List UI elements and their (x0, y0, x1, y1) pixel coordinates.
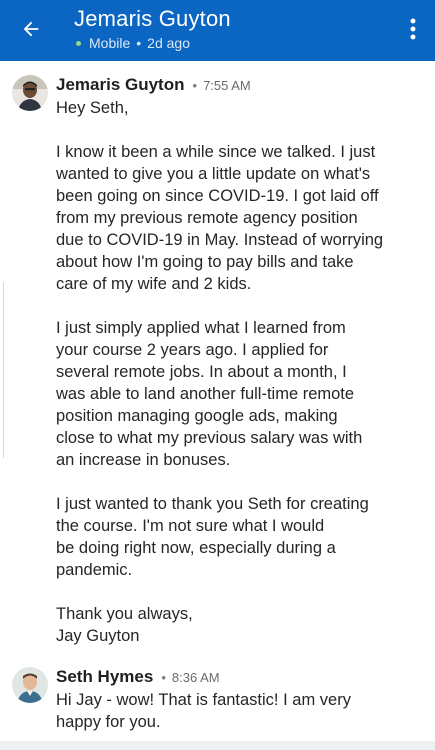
message-line: I know it been a while since we talked. … (56, 143, 376, 161)
conversation-title-block[interactable]: Jemaris Guyton Mobile • 2d ago (74, 5, 231, 52)
separator-dot: • (192, 78, 198, 93)
message-line: close to what my previous salary was wit… (56, 429, 363, 447)
separator-dot: • (161, 670, 166, 685)
arrow-back-icon (23, 21, 39, 37)
message-line: care of my wife and 2 kids. (56, 275, 252, 293)
avatar-photo (12, 75, 48, 111)
conversation-header: Jemaris Guyton Mobile • 2d ago (0, 0, 435, 61)
message-body: Hey Seth, I know it been a while since w… (56, 97, 426, 647)
avatar[interactable] (12, 75, 48, 111)
message-header: Jemaris Guyton • 7:55 AM (56, 73, 251, 97)
message-line: about how I'm going to pay bills and tak… (56, 253, 354, 271)
message-time: 8:36 AM (171, 670, 220, 685)
separator-dot: • (136, 35, 142, 51)
more-options-button[interactable] (403, 14, 423, 44)
compose-bar-edge (0, 741, 435, 750)
message-list: Jemaris Guyton • 7:55 AM Hey Seth, I kno… (0, 61, 435, 750)
avatar[interactable] (12, 667, 48, 703)
more-vertical-icon (410, 18, 416, 40)
device-status: Mobile (89, 35, 131, 51)
back-button[interactable] (14, 12, 48, 46)
message-line: your course 2 years ago. I applied for (56, 341, 329, 359)
message-line: happy for you. (56, 713, 161, 731)
message-time: 7:55 AM (203, 78, 251, 93)
message-line: wanted to give you a little update on wh… (56, 165, 371, 183)
sender-name[interactable]: Seth Hymes (56, 665, 153, 689)
message-line: was able to land another full-time remot… (56, 385, 355, 403)
message-line: I just wanted to thank you Seth for crea… (56, 495, 369, 513)
message-line: be doing right now, especially during a (56, 539, 336, 557)
message-body: Hi Jay - wow! That is fantastic! I am ve… (56, 689, 426, 733)
message-line: the course. I'm not sure what I would (56, 517, 325, 535)
message-line: due to COVID-19 in May. Instead of worry… (56, 231, 384, 249)
message-line: position managing google ads, making (56, 407, 338, 425)
message-line: an increase in bonuses. (56, 451, 231, 469)
last-seen: 2d ago (147, 35, 190, 51)
presence-status: Mobile • 2d ago (74, 34, 231, 52)
sender-name[interactable]: Jemaris Guyton (56, 73, 185, 97)
message-line: from my previous remote agency position (56, 209, 358, 227)
message-line: Jay Guyton (56, 627, 140, 645)
message-line: I just simply applied what I learned fro… (56, 319, 346, 337)
online-indicator (76, 40, 81, 46)
message-header: Seth Hymes • 8:36 AM (56, 665, 220, 689)
avatar-photo (12, 667, 48, 703)
message-line: several remote jobs. In about a month, I (56, 363, 347, 381)
message-line: pandemic. (56, 561, 133, 579)
message-line: Hey Seth, (56, 99, 129, 117)
message-line: Hi Jay - wow! That is fantastic! I am ve… (56, 691, 351, 709)
conversation-title: Jemaris Guyton (74, 6, 231, 31)
message-line: been going on since COVID-19. I got laid… (56, 187, 379, 205)
message-line: Thank you always, (56, 605, 193, 623)
